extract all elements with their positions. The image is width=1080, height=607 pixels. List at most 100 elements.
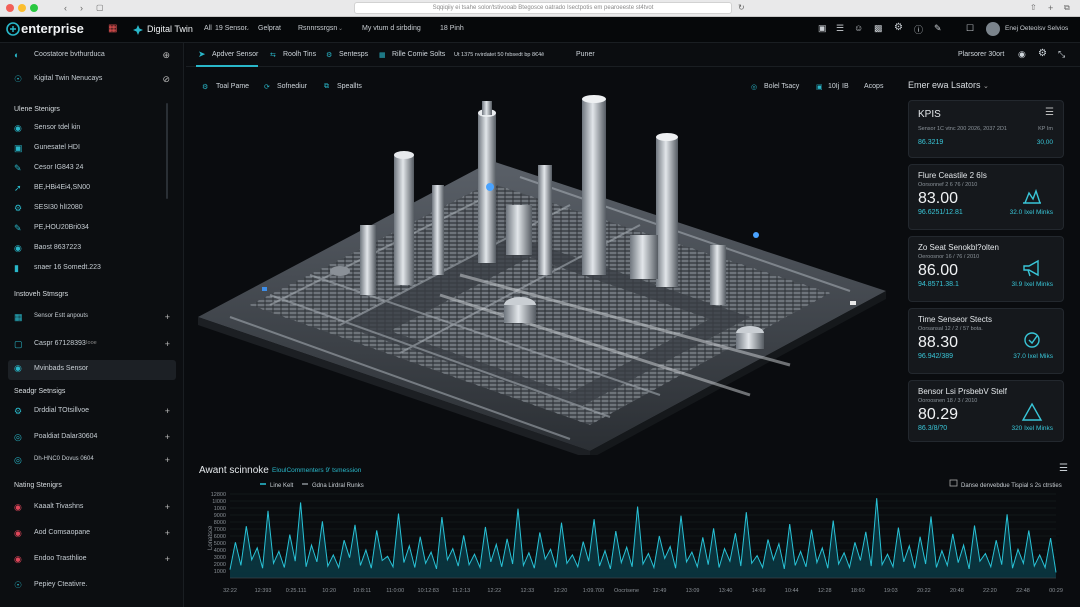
add-icon[interactable]: +: [165, 432, 170, 442]
expand-icon[interactable]: ⤡: [1058, 49, 1065, 60]
shield-icon[interactable]: ☐: [966, 23, 974, 34]
top-nav-bar: enterprise ▦ Digital Twin All 19 Sensor …: [0, 17, 1080, 43]
gear-icon[interactable]: ⚙: [1038, 48, 1047, 59]
legend-item[interactable]: Gdna Lirdral Runks: [312, 483, 364, 489]
sensor-card[interactable]: Bensor Lsi PrsbebV Stelf Ooroosnen 18 / …: [908, 380, 1064, 442]
tool-speallts[interactable]: Speallts: [337, 83, 362, 90]
sensor-card[interactable]: Zo Seat Senokbl?olten Oeroosnor 16 / 76 …: [908, 236, 1064, 302]
sidebar-toggle-icon[interactable]: ▢: [96, 3, 104, 13]
timeseries-chart[interactable]: Awant scinnoke EloulCommenters 9' tsmess…: [190, 458, 1076, 607]
people-icon[interactable]: ☺: [854, 23, 863, 33]
back-icon[interactable]: ‹: [64, 3, 67, 13]
sidebar-item-sensor[interactable]: ✎ Cesor IG843 24: [8, 160, 176, 178]
x-tick-label: 14:69: [752, 588, 766, 594]
app-title[interactable]: Digital Twin: [147, 24, 193, 34]
help-icon[interactable]: ⓘ: [914, 23, 923, 36]
reload-icon[interactable]: ↻: [738, 3, 745, 13]
bell-icon[interactable]: ✎: [934, 23, 942, 34]
sidebar-item-setting[interactable]: ◎ Poaldiat Dalar30604 +: [8, 429, 176, 447]
sidebar-item-label: Coostatore bvthurduca: [34, 51, 105, 58]
brand-name[interactable]: enterprise: [21, 21, 84, 36]
x-tick-label: 19:03: [884, 588, 898, 594]
sidebar-item-sensor[interactable]: ▣ Gunesatel HDI: [8, 140, 176, 158]
sidebar-item-setting[interactable]: ◎ Dh-HNC0 Dovus 0604 +: [8, 452, 176, 470]
top-menu-pinh[interactable]: 18 Pinh: [440, 25, 464, 32]
sidebar-item-sensor[interactable]: ◉ Sensor tdel kin: [8, 120, 176, 138]
sidebar-item-sensor[interactable]: ➚ BE,HBi4Ei4,SN00: [8, 180, 176, 198]
new-tab-icon[interactable]: +: [1048, 3, 1053, 13]
top-menu-building[interactable]: My vtum d sirbding: [362, 25, 421, 32]
sidebar-item-sensor[interactable]: ✎ PE,HOU20Bri034: [8, 220, 176, 238]
forward-icon[interactable]: ›: [80, 3, 83, 13]
sidebar-item-rating[interactable]: ◉ Kaaalt Tivashns +: [8, 499, 176, 517]
sidebar-item-label: Sensor Estt anpouts: [34, 313, 89, 319]
sidebar-item-sensor[interactable]: ▢ Caspr 67128393 Iooe +: [8, 336, 176, 354]
tool-toal-pame[interactable]: Toal Pame: [216, 83, 249, 90]
add-icon[interactable]: ⊕: [162, 50, 170, 61]
secbar-right-label[interactable]: Plarsorer 30ort: [958, 51, 1004, 58]
tab-rille-comie-solts[interactable]: Rille Comie Solts: [392, 51, 445, 58]
add-icon[interactable]: +: [165, 554, 170, 564]
sidebar-item-rating[interactable]: ◉ Aod Comsaopane +: [8, 525, 176, 543]
layers-icon[interactable]: ☰: [836, 23, 844, 34]
tool-acops[interactable]: Acops: [864, 83, 883, 90]
add-icon[interactable]: +: [165, 455, 170, 465]
sensor-card-title: Zo Seat Senokbl?olten: [918, 243, 999, 252]
sidebar-item-digital-twin[interactable]: ☉ Kigital Twin Nenucays ⊘: [8, 71, 176, 89]
menu-grid-icon[interactable]: ▦: [108, 23, 117, 34]
calendar-icon[interactable]: [949, 479, 958, 487]
bag-icon[interactable]: ▩: [874, 23, 883, 34]
add-icon[interactable]: +: [165, 406, 170, 416]
address-bar[interactable]: Sqqiqiiy ei tsahe solor/tstivooab Btegos…: [354, 2, 732, 14]
tab-rooth-tins[interactable]: Roolh Tins: [283, 51, 316, 58]
sidebar-scrollbar[interactable]: [166, 103, 168, 199]
tab-apdver-sensor[interactable]: Apdver Sensor: [212, 51, 258, 58]
sidebar-item-sensor[interactable]: ◉ Baost 8637223: [8, 240, 176, 258]
tool-sofnediur[interactable]: Sofnediur: [277, 83, 307, 90]
tool-bolel-tsacy[interactable]: Bolel Tsacy: [764, 83, 799, 90]
add-icon[interactable]: +: [165, 339, 170, 349]
add-icon[interactable]: +: [165, 528, 170, 538]
avatar[interactable]: [986, 22, 1000, 36]
kpi-card[interactable]: KPIS ☰ Sensor 1C vtnc 200 2026, 2037 2D1…: [908, 100, 1064, 158]
window-maximize-button[interactable]: [30, 4, 38, 12]
menu-icon[interactable]: ☰: [1045, 107, 1054, 118]
sensor-card[interactable]: Flure Ceastile 2 6Is Oorsonnef 2 6 76 / …: [908, 164, 1064, 230]
sidebar-item-rating[interactable]: ◉ Endoo Trasthlioe +: [8, 551, 176, 569]
tab-puner[interactable]: Puner: [576, 51, 595, 58]
location-pin-icon[interactable]: ◉: [1018, 49, 1026, 60]
sidebar-item-selected[interactable]: ◉ Mvinbads Sensor: [8, 360, 176, 380]
top-menu-resources[interactable]: Rsnnrssrgsn: [298, 25, 337, 32]
sidebar-item-rating[interactable]: ☉ Pepiey Cteativre.: [8, 577, 176, 595]
top-menu-all[interactable]: All: [204, 25, 212, 32]
route-icon: ⇆: [270, 52, 276, 59]
tool-10ij[interactable]: 10Ij: [828, 83, 839, 90]
sidebar-item-sensor[interactable]: ▦ Sensor Estt anpouts +: [8, 309, 176, 327]
sidebar-item-sensor[interactable]: ▮ snaer 16 Somedt.223: [8, 260, 176, 278]
camera-icon[interactable]: ▣: [818, 23, 827, 34]
tab-sentesps[interactable]: Sentesps: [339, 51, 368, 58]
top-menu-sensor[interactable]: 19 Sensor: [215, 25, 247, 32]
tool-ib[interactable]: IB: [842, 83, 849, 90]
sidebar-item-sensor[interactable]: ⚙ SESI30 hlI2080: [8, 200, 176, 218]
sidebar-item-dashboard[interactable]: ◐ Coostatore bvthurduca ⊕: [8, 47, 176, 65]
sidebar-item-setting[interactable]: ⚙ Drddial TOtsillvoe +: [8, 403, 176, 421]
gear-icon[interactable]: ⚙: [894, 22, 903, 33]
x-tick-label: 13:09: [686, 588, 700, 594]
sensor-card[interactable]: Time Senseor Stects Oorsansal 12 / 2 / 5…: [908, 308, 1064, 374]
right-panel-title[interactable]: Emer ewa Lsators ⌄: [908, 80, 989, 90]
collapse-icon[interactable]: ⊘: [162, 74, 170, 85]
tabs-overview-icon[interactable]: ⧉: [1064, 3, 1070, 13]
chart-menu-icon[interactable]: ☰: [1059, 463, 1068, 474]
top-menu-general[interactable]: Gelprat: [258, 25, 281, 32]
legend-item[interactable]: Line Kelt: [270, 483, 294, 489]
add-icon[interactable]: +: [165, 312, 170, 322]
sidebar-item-label: Kaaalt Tivashns: [34, 503, 84, 510]
share-icon[interactable]: ⇧: [1030, 3, 1037, 13]
window-minimize-button[interactable]: [18, 4, 26, 12]
user-name[interactable]: Enej Oeteolsv Selvios: [1005, 25, 1068, 32]
add-icon[interactable]: +: [165, 502, 170, 512]
window-close-button[interactable]: [6, 4, 14, 12]
plant-3d-view[interactable]: [190, 95, 896, 455]
chart-right-label[interactable]: Danse denvebdue Tispial s 2s ctrsties: [961, 483, 1062, 489]
